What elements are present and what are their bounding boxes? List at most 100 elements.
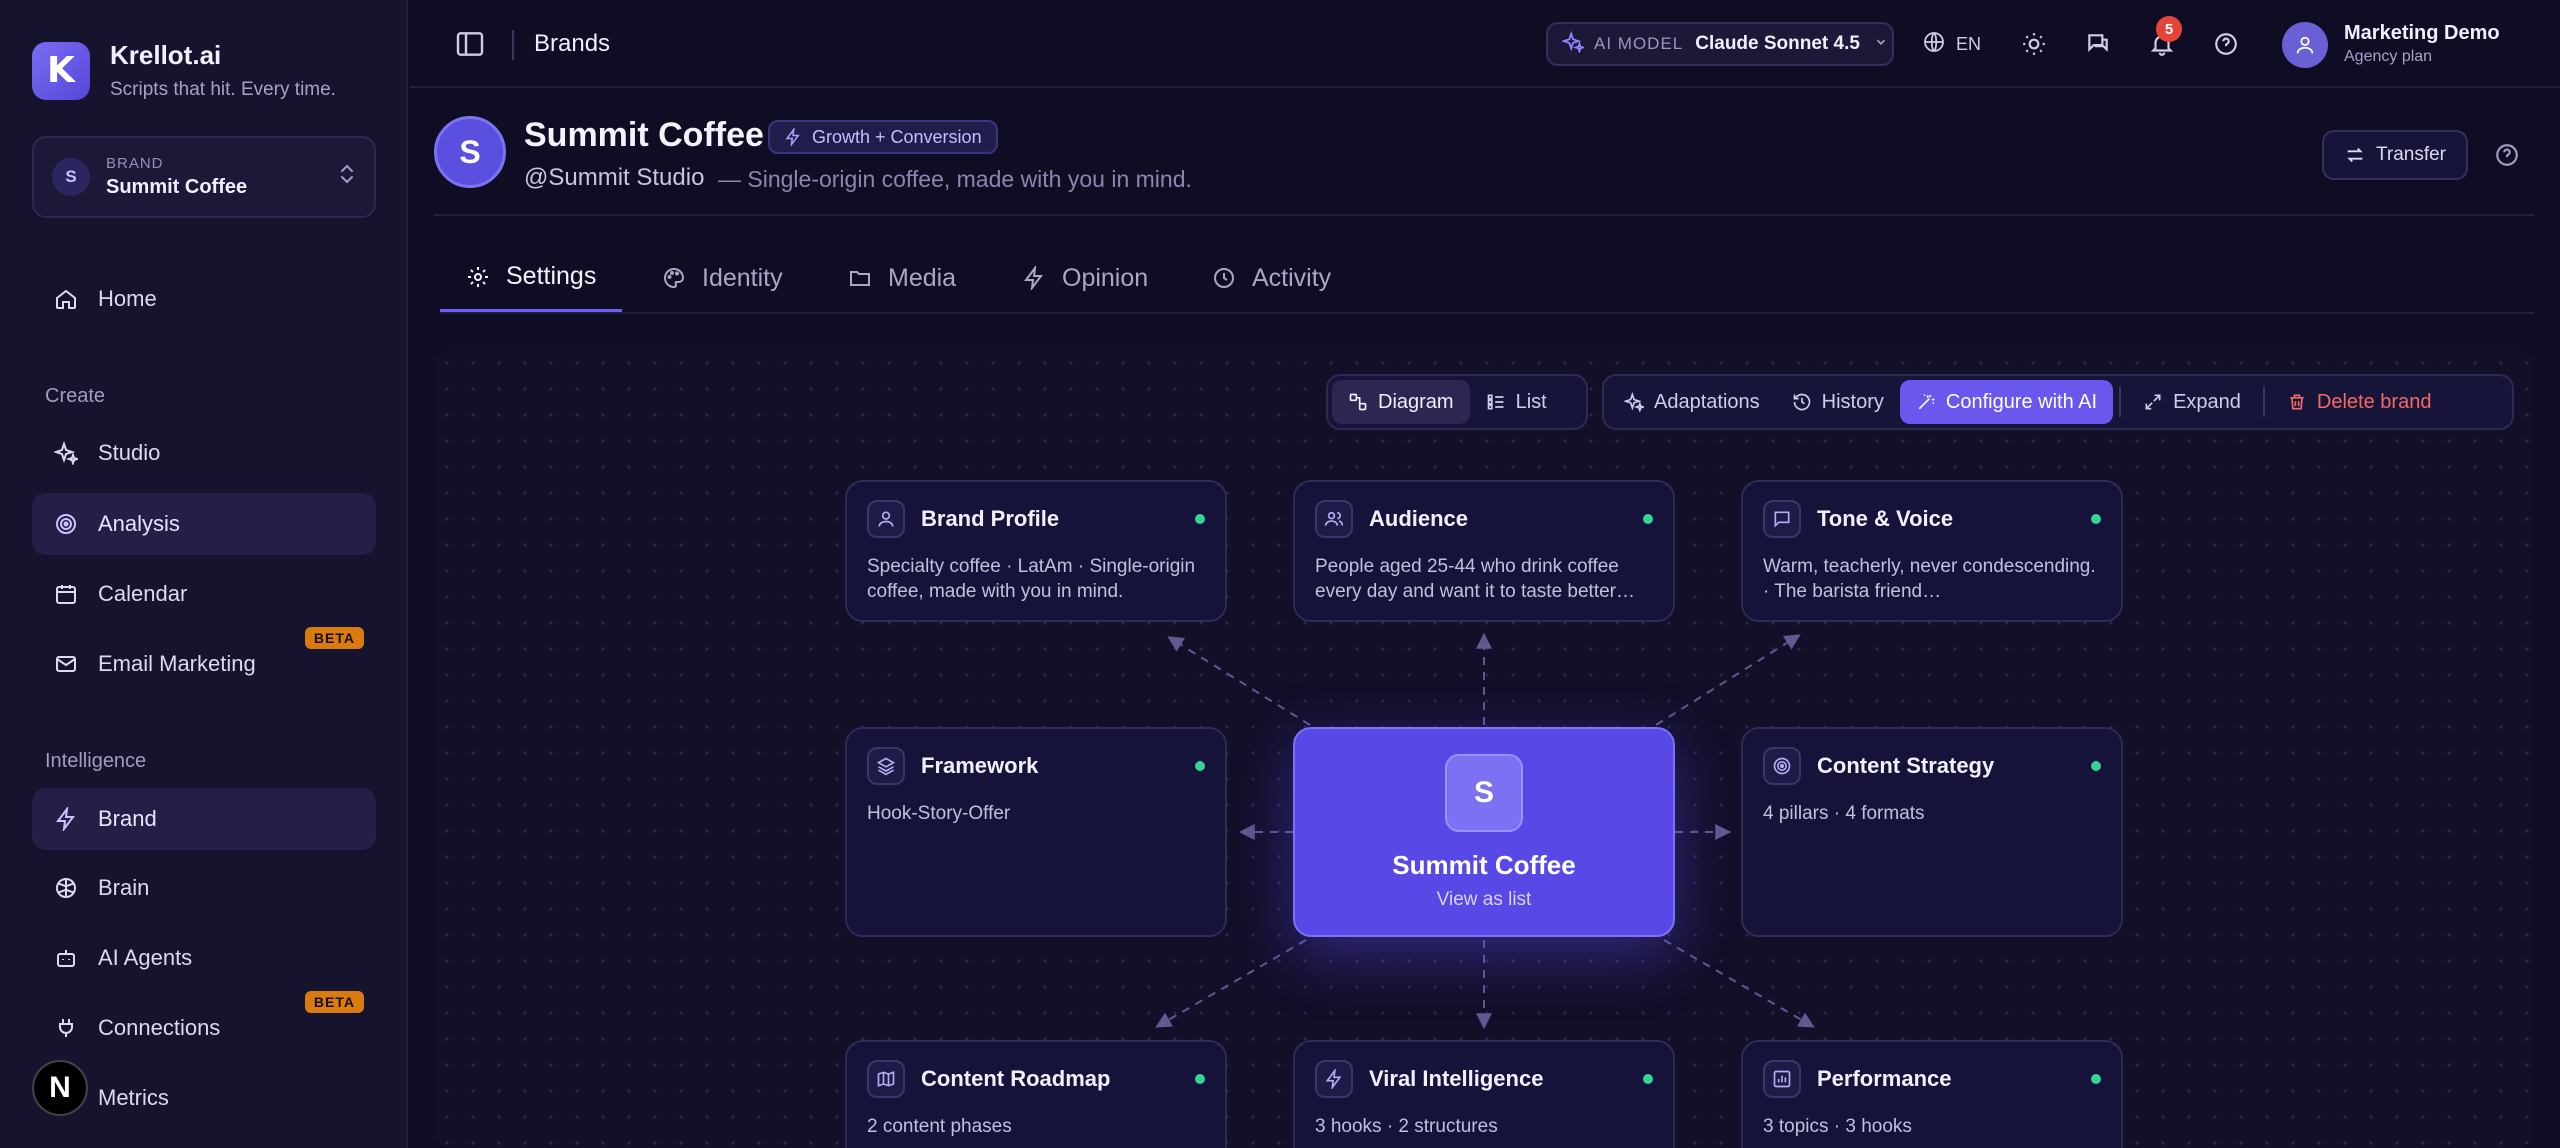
tab-settings[interactable]: Settings bbox=[440, 244, 623, 312]
delete-brand-button[interactable]: Delete brand bbox=[2271, 380, 2448, 424]
status-dot bbox=[2091, 761, 2101, 771]
tab-label: Activity bbox=[1252, 263, 1332, 292]
sidebar-item-label: Analysis bbox=[98, 511, 180, 536]
transfer-button[interactable]: Transfer bbox=[2322, 130, 2468, 180]
mail-icon bbox=[52, 650, 80, 678]
actions-divider bbox=[2262, 387, 2265, 417]
expand-button[interactable]: Expand bbox=[2127, 380, 2257, 424]
next-dev-indicator[interactable]: N bbox=[32, 1060, 88, 1116]
sidebar-item-brand[interactable]: Brand bbox=[32, 788, 376, 850]
map-icon bbox=[867, 1060, 905, 1098]
adaptations-button[interactable]: Adaptations bbox=[1608, 380, 1776, 424]
actions-divider bbox=[2119, 387, 2122, 417]
users-icon bbox=[1315, 500, 1353, 538]
center-brand-avatar: S bbox=[1445, 753, 1523, 832]
brand-selector[interactable]: S BRAND Summit Coffee bbox=[32, 136, 376, 218]
app-logo-block[interactable]: K Krellot.ai Scripts that hit. Every tim… bbox=[32, 40, 336, 101]
ai-model-selector[interactable]: AI MODEL Claude Sonnet 4.5 bbox=[1546, 22, 1894, 66]
user-name: Marketing Demo bbox=[2344, 22, 2500, 44]
node-content-roadmap[interactable]: Content Roadmap 2 content phases bbox=[845, 1040, 1227, 1148]
app-tagline: Scripts that hit. Every time. bbox=[110, 79, 336, 100]
app-name: Krellot.ai bbox=[110, 40, 222, 70]
tab-media[interactable]: Media bbox=[848, 244, 956, 312]
history-button[interactable]: History bbox=[1776, 380, 1900, 424]
sidebar-item-label: Home bbox=[98, 286, 157, 311]
node-performance[interactable]: Performance 3 topics · 3 hooks bbox=[1741, 1040, 2123, 1148]
node-brand-profile[interactable]: Brand Profile Specialty coffee · LatAm ·… bbox=[845, 480, 1227, 622]
globe-icon bbox=[1922, 30, 1946, 59]
brand-title: Summit Coffee bbox=[524, 116, 764, 154]
sidebar-item-analysis[interactable]: Analysis bbox=[32, 493, 376, 555]
language-label: EN bbox=[1956, 34, 1982, 54]
sidebar-section-create: Create bbox=[45, 385, 106, 407]
view-as-list-link[interactable]: View as list bbox=[1437, 889, 1532, 911]
notification-count-badge: 5 bbox=[2156, 16, 2182, 42]
sparkle-icon bbox=[1624, 392, 1644, 412]
sparkle-icon bbox=[52, 439, 80, 467]
target-icon bbox=[1763, 747, 1801, 785]
status-dot bbox=[1195, 761, 1205, 771]
sidebar-item-studio[interactable]: Studio bbox=[32, 422, 376, 484]
center-brand-title: Summit Coffee bbox=[1392, 849, 1576, 880]
brand-goal-label: Growth + Conversion bbox=[812, 126, 982, 147]
sidebar-item-label: AI Agents bbox=[98, 945, 193, 970]
brand-tabs: Settings Identity Media Opinion Activity bbox=[440, 244, 2534, 314]
expand-label: Expand bbox=[2173, 390, 2241, 413]
brand-actions-bar: Adaptations History Configure with AI Ex… bbox=[1602, 374, 2514, 430]
tab-label: Settings bbox=[506, 262, 597, 290]
sidebar-item-ai-agents[interactable]: AI Agents bbox=[32, 927, 376, 989]
tab-label: Identity bbox=[702, 263, 783, 292]
node-framework[interactable]: Framework Hook-Story-Offer bbox=[845, 727, 1227, 937]
node-tone-voice[interactable]: Tone & Voice Warm, teacherly, never cond… bbox=[1741, 480, 2123, 622]
help-icon[interactable] bbox=[2210, 28, 2242, 60]
configure-with-ai-button[interactable]: Configure with AI bbox=[1899, 380, 2114, 424]
center-brand-node[interactable]: S Summit Coffee View as list bbox=[1293, 727, 1675, 937]
node-description: Specialty coffee · LatAm · Single-origin… bbox=[867, 556, 1196, 602]
node-audience[interactable]: Audience People aged 25-44 who drink cof… bbox=[1293, 480, 1675, 622]
sparkle-icon bbox=[1560, 30, 1586, 58]
brand-selector-avatar: S bbox=[52, 158, 90, 196]
tab-identity[interactable]: Identity bbox=[662, 244, 783, 312]
tab-activity[interactable]: Activity bbox=[1212, 244, 1331, 312]
beta-badge: BETA bbox=[304, 627, 364, 649]
node-description: 3 topics · 3 hooks bbox=[1763, 1116, 1912, 1137]
sidebar-item-brain[interactable]: Brain bbox=[32, 857, 376, 919]
sidebar-toggle-icon[interactable] bbox=[454, 28, 486, 60]
brand-goal-tag: Growth + Conversion bbox=[768, 120, 998, 154]
sidebar-item-calendar[interactable]: Calendar bbox=[32, 563, 376, 625]
node-title: Viral Intelligence bbox=[1369, 1066, 1544, 1091]
tab-opinion[interactable]: Opinion bbox=[1022, 244, 1148, 312]
help-icon[interactable] bbox=[2494, 142, 2522, 170]
status-dot bbox=[2091, 1074, 2101, 1084]
node-viral-intelligence[interactable]: Viral Intelligence 3 hooks · 2 structure… bbox=[1293, 1040, 1675, 1148]
status-dot bbox=[2091, 514, 2101, 524]
node-description: Hook-Story-Offer bbox=[867, 803, 1011, 824]
sidebar-item-connections[interactable]: Connections BETA bbox=[32, 991, 376, 1059]
sidebar-item-label: Brain bbox=[98, 875, 150, 900]
node-title: Framework bbox=[921, 753, 1039, 778]
node-content-strategy[interactable]: Content Strategy 4 pillars · 4 formats bbox=[1741, 727, 2123, 937]
adaptations-label: Adaptations bbox=[1654, 390, 1760, 413]
trash-icon bbox=[2287, 392, 2307, 412]
brand-description: — Single-origin coffee, made with you in… bbox=[718, 166, 1192, 192]
sidebar-item-email-marketing[interactable]: Email Marketing BETA bbox=[32, 627, 376, 695]
calendar-icon bbox=[52, 580, 80, 608]
messages-icon[interactable] bbox=[2082, 28, 2114, 60]
language-selector[interactable]: EN bbox=[1922, 30, 1981, 59]
diagram-icon bbox=[1348, 392, 1368, 412]
layers-icon bbox=[867, 747, 905, 785]
user-avatar[interactable] bbox=[2282, 22, 2328, 68]
magic-wand-icon bbox=[1916, 392, 1936, 412]
clock-icon bbox=[1212, 265, 1238, 291]
radar-icon bbox=[52, 510, 80, 538]
expand-icon bbox=[2143, 392, 2163, 412]
theme-toggle-icon[interactable] bbox=[2018, 28, 2050, 60]
transfer-icon bbox=[2344, 144, 2366, 166]
ai-model-name: Claude Sonnet 4.5 bbox=[1695, 33, 1860, 54]
message-icon bbox=[1763, 500, 1801, 538]
brand-selector-name: Summit Coffee bbox=[106, 176, 248, 198]
sidebar-item-home[interactable]: Home bbox=[32, 268, 376, 330]
diagram-view-button[interactable]: Diagram bbox=[1332, 380, 1470, 424]
sidebar-item-label: Metrics bbox=[98, 1085, 169, 1110]
list-view-button[interactable]: List bbox=[1470, 380, 1563, 424]
